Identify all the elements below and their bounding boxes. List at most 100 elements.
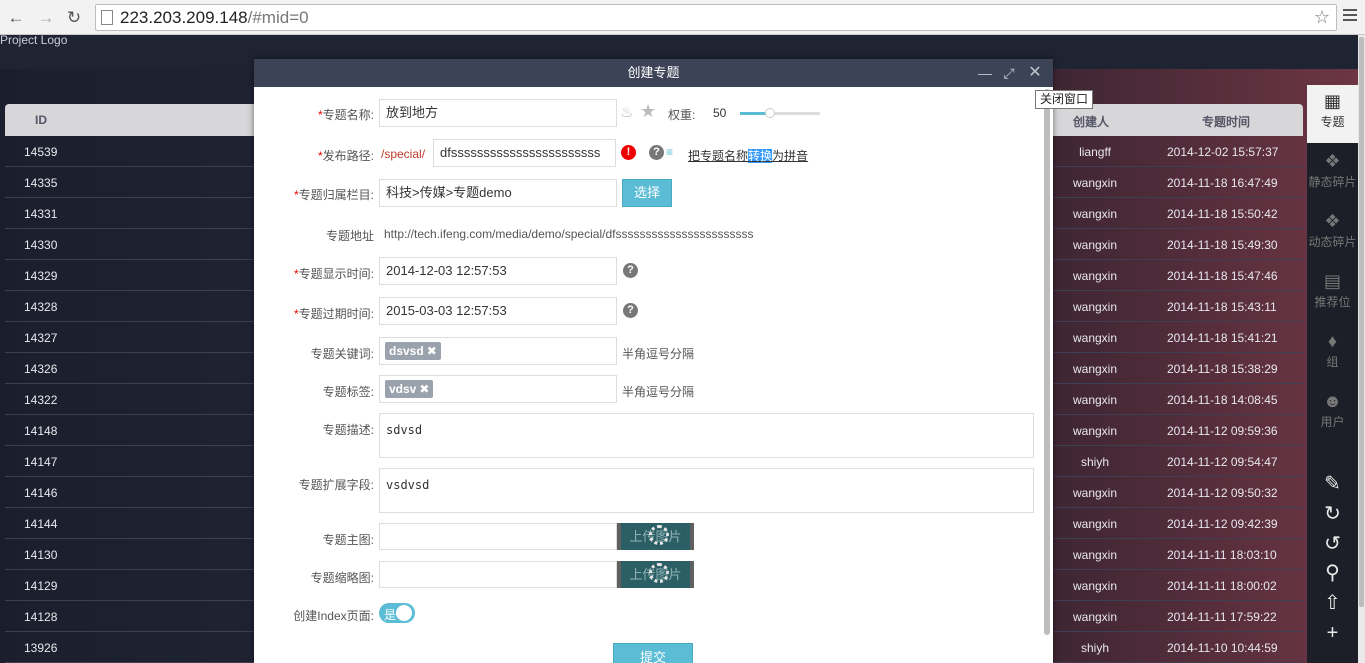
forward-icon[interactable]: →	[36, 8, 56, 28]
maximize-icon[interactable]: ⤢	[1000, 59, 1018, 87]
sidebar-item-topic[interactable]: ▦ 专题	[1307, 85, 1358, 143]
sidebar-item-dynamic-fragment[interactable]: ❖ 动态碎片	[1307, 205, 1358, 263]
row-time: 2014-11-12 09:54:47	[1167, 455, 1278, 469]
category-input[interactable]: 科技>传媒>专题demo	[379, 179, 617, 207]
select-category-button[interactable]: 选择	[622, 179, 672, 207]
upload-icon[interactable]: ⇧	[1307, 591, 1358, 615]
thumbnail-input[interactable]	[379, 561, 617, 588]
row-creator: shiyh	[1080, 641, 1109, 655]
help-icon[interactable]: ?	[649, 145, 664, 160]
thumbnail-upload-button[interactable]: 上传图片	[617, 561, 694, 588]
row-time: 2014-12-02 15:57:37	[1167, 145, 1279, 159]
expire-time-help-icon[interactable]: ?	[623, 303, 638, 318]
row-id: 14148	[24, 424, 58, 438]
remove-tag-icon[interactable]: ✖	[419, 382, 429, 396]
refresh-icon[interactable]: ↻	[1307, 502, 1358, 526]
row-id: 14146	[24, 486, 58, 500]
show-time-input[interactable]: 2014-12-03 12:57:53	[379, 257, 617, 285]
address-bar[interactable]: 223.203.209.148/#mid=0 ☆	[95, 4, 1337, 31]
page-scrollbar[interactable]	[1358, 35, 1365, 663]
puzzle-icon: ❖	[1324, 151, 1341, 171]
bookmark-star-icon[interactable]: ☆	[1314, 7, 1330, 28]
row-time: 2014-11-18 15:43:11	[1167, 300, 1277, 314]
keywords-hint: 半角逗号分隔	[622, 347, 695, 361]
row-id: 14335	[24, 176, 58, 190]
sidebar-item-recommend[interactable]: ▤ 推荐位	[1307, 265, 1358, 323]
row-creator: wangxin	[1072, 300, 1118, 314]
weight-slider[interactable]	[740, 108, 820, 118]
tag-icon: ♦	[1327, 331, 1338, 351]
remove-tag-icon[interactable]: ✖	[427, 344, 437, 358]
main-image-label: 专题主图:	[322, 533, 374, 547]
minimize-icon[interactable]: —	[976, 59, 994, 87]
weight-slider-knob[interactable]	[765, 108, 776, 118]
weight-value: 50	[713, 106, 727, 120]
add-icon[interactable]: +	[1307, 621, 1358, 645]
dialog-scrollbar[interactable]	[1044, 89, 1050, 663]
topic-name-input[interactable]: 放到地方	[379, 99, 617, 127]
layout-icon: ▤	[1323, 271, 1341, 291]
publish-path-input[interactable]: dfsssssssssssssssssssssss	[433, 139, 616, 167]
row-id: 14322	[24, 393, 58, 407]
error-icon: !	[621, 145, 636, 160]
topic-name-label: *专题名称:	[317, 108, 374, 122]
topic-address-label: 专题地址	[325, 229, 374, 243]
page-icon	[101, 10, 113, 25]
row-creator: wangxin	[1072, 517, 1118, 531]
row-creator: wangxin	[1072, 610, 1118, 624]
column-time[interactable]: 专题时间	[1202, 113, 1250, 130]
convert-icon: ≡	[666, 145, 674, 159]
browser-toolbar: ← → ↻ 223.203.209.148/#mid=0 ☆	[0, 0, 1365, 35]
row-id: 13926	[24, 641, 58, 655]
index-page-label: 创建Index页面:	[293, 609, 374, 623]
row-creator: shiyh	[1080, 455, 1109, 469]
main-image-upload-button[interactable]: 上传图片	[617, 523, 694, 550]
expire-time-label: *专题过期时间:	[293, 307, 374, 321]
row-time: 2014-11-18 15:41:21	[1167, 331, 1278, 345]
search-icon[interactable]: ⚲	[1307, 561, 1358, 585]
row-creator: wangxin	[1072, 238, 1118, 252]
row-creator: wangxin	[1072, 207, 1118, 221]
submit-button[interactable]: 提交	[613, 643, 693, 663]
flame-icon[interactable]: ♨	[620, 103, 633, 121]
tags-hint: 半角逗号分隔	[622, 385, 695, 399]
row-creator: wangxin	[1072, 424, 1118, 438]
toggle-knob	[396, 605, 412, 621]
extension-field-textarea[interactable]: vsdvsd	[379, 468, 1034, 513]
redo-icon[interactable]: ↺	[1307, 532, 1358, 556]
row-id: 14539	[24, 145, 58, 159]
column-creator[interactable]: 创建人	[1073, 113, 1109, 130]
row-id: 14129	[24, 579, 58, 593]
row-id: 14144	[24, 517, 58, 531]
description-textarea[interactable]: sdvsd	[379, 413, 1034, 458]
loading-spinner-icon	[649, 563, 669, 583]
topic-address-value: http://tech.ifeng.com/media/demo/special…	[384, 227, 754, 241]
reload-icon[interactable]: ↻	[64, 8, 84, 28]
edit-icon[interactable]: ✎	[1307, 472, 1358, 496]
row-creator: wangxin	[1072, 331, 1118, 345]
row-time: 2014-11-12 09:50:32	[1167, 486, 1278, 500]
row-id: 14147	[24, 455, 58, 469]
column-id[interactable]: ID	[35, 113, 47, 127]
row-time: 2014-11-11 17:59:22	[1167, 610, 1277, 624]
sidebar-item-user[interactable]: ☻ 用户	[1307, 385, 1358, 443]
back-icon[interactable]: ←	[6, 8, 26, 28]
expire-time-input[interactable]: 2015-03-03 12:57:53	[379, 297, 617, 325]
convert-pinyin-link[interactable]: 把专题名称转换为拼音	[688, 147, 808, 164]
star-icon[interactable]: ★	[640, 101, 656, 122]
index-page-toggle[interactable]: 是	[379, 603, 415, 623]
row-creator: liangff	[1079, 145, 1111, 159]
row-time: 2014-11-11 18:03:10	[1167, 548, 1277, 562]
show-time-label: *专题显示时间:	[293, 267, 374, 281]
row-time: 2014-11-18 15:47:46	[1167, 269, 1278, 283]
sidebar-item-static-fragment[interactable]: ❖ 静态碎片	[1307, 145, 1358, 203]
menu-icon[interactable]	[1343, 9, 1357, 24]
main-image-input[interactable]	[379, 523, 617, 550]
project-logo: Project Logo	[0, 33, 68, 47]
show-time-help-icon[interactable]: ?	[623, 263, 638, 278]
thumbnail-label: 专题缩略图:	[310, 571, 374, 585]
close-icon[interactable]: ✕	[1026, 59, 1044, 87]
row-id: 14130	[24, 548, 58, 562]
row-id: 14328	[24, 300, 58, 314]
sidebar-item-group[interactable]: ♦ 组	[1307, 325, 1358, 383]
